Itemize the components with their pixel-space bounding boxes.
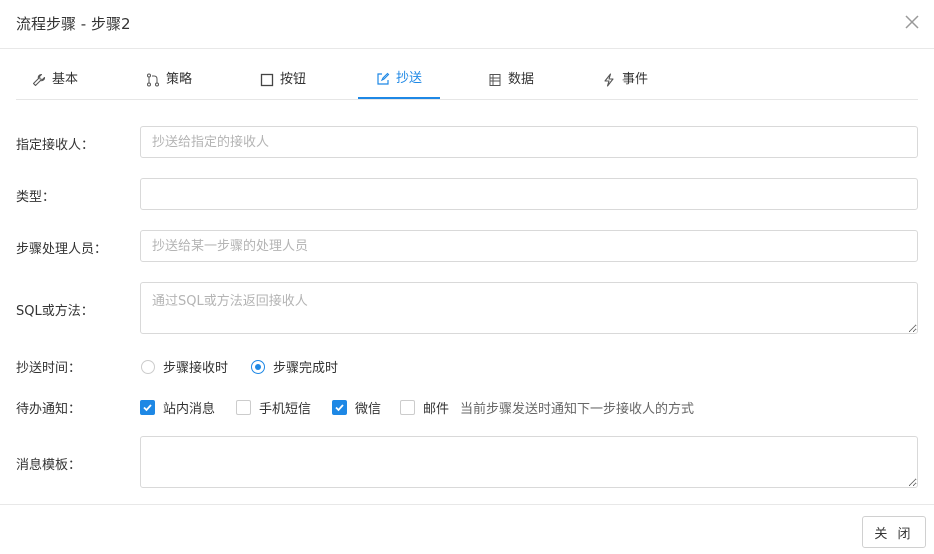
step-handler-input[interactable] <box>140 230 918 262</box>
radio-step-received-label: 步骤接收时 <box>163 361 229 376</box>
tab-bar: 基本 策略 按钮 抄送 数据 事件 <box>16 60 918 100</box>
table-icon <box>488 73 502 87</box>
message-template-label: 消息模板： <box>16 458 82 473</box>
checkbox-checked-icon <box>332 400 347 415</box>
tab-basic[interactable]: 基本 <box>32 60 78 99</box>
radio-checked-icon <box>251 359 265 374</box>
tab-events[interactable]: 事件 <box>602 60 648 99</box>
tab-buttons-label: 按钮 <box>280 71 307 87</box>
sql-method-label: SQL或方法： <box>16 304 94 319</box>
dialog-footer: 关 闭 <box>0 504 934 554</box>
tab-data[interactable]: 数据 <box>488 60 534 99</box>
checkbox-unchecked-icon <box>400 400 415 415</box>
step-handler-label: 步骤处理人员： <box>16 242 108 257</box>
checkbox-unchecked-icon <box>236 400 251 415</box>
tab-basic-label: 基本 <box>52 71 79 87</box>
type-label: 类型： <box>16 190 56 205</box>
tab-data-label: 数据 <box>508 71 535 87</box>
recipient-input[interactable] <box>140 126 918 158</box>
checkbox-checked-icon <box>140 400 155 415</box>
sql-method-textarea[interactable] <box>140 282 918 334</box>
type-input[interactable] <box>140 178 918 210</box>
tab-cc-label: 抄送 <box>395 70 422 86</box>
tab-strategy-label: 策略 <box>166 71 193 87</box>
tab-buttons[interactable]: 按钮 <box>260 60 306 99</box>
radio-step-received[interactable]: 步骤接收时 <box>141 357 228 376</box>
dialog-header: 流程步骤 - 步骤2 <box>0 0 934 49</box>
checkbox-sms-label: 手机短信 <box>259 402 312 417</box>
radio-unchecked-icon <box>141 359 155 374</box>
checkbox-email[interactable]: 邮件 <box>400 398 449 417</box>
edit-icon <box>376 72 390 86</box>
square-icon <box>260 73 274 87</box>
dialog-title: 流程步骤 - 步骤2 <box>16 15 131 33</box>
todo-notice-label: 待办通知： <box>16 402 82 417</box>
lightning-icon <box>602 72 616 87</box>
tab-cc[interactable]: 抄送 <box>358 60 440 99</box>
close-icon[interactable] <box>902 12 922 32</box>
wrench-icon <box>32 73 46 87</box>
recipient-label: 指定接收人： <box>16 138 95 153</box>
checkbox-wechat-label: 微信 <box>355 402 382 417</box>
radio-step-completed-label: 步骤完成时 <box>273 361 339 376</box>
tab-events-label: 事件 <box>622 71 649 87</box>
message-template-textarea[interactable] <box>140 436 918 488</box>
checkbox-site-message-label: 站内消息 <box>163 402 216 417</box>
checkbox-sms[interactable]: 手机短信 <box>236 398 311 417</box>
checkbox-email-label: 邮件 <box>423 402 450 417</box>
close-button[interactable]: 关 闭 <box>862 516 926 548</box>
checkbox-wechat[interactable]: 微信 <box>332 398 381 417</box>
cc-time-label: 抄送时间： <box>16 361 82 376</box>
tab-strategy[interactable]: 策略 <box>146 60 192 99</box>
checkbox-site-message[interactable]: 站内消息 <box>140 398 215 417</box>
branch-icon <box>146 73 160 87</box>
todo-notice-hint: 当前步骤发送时通知下一步接收人的方式 <box>460 402 695 417</box>
radio-step-completed[interactable]: 步骤完成时 <box>251 357 338 376</box>
